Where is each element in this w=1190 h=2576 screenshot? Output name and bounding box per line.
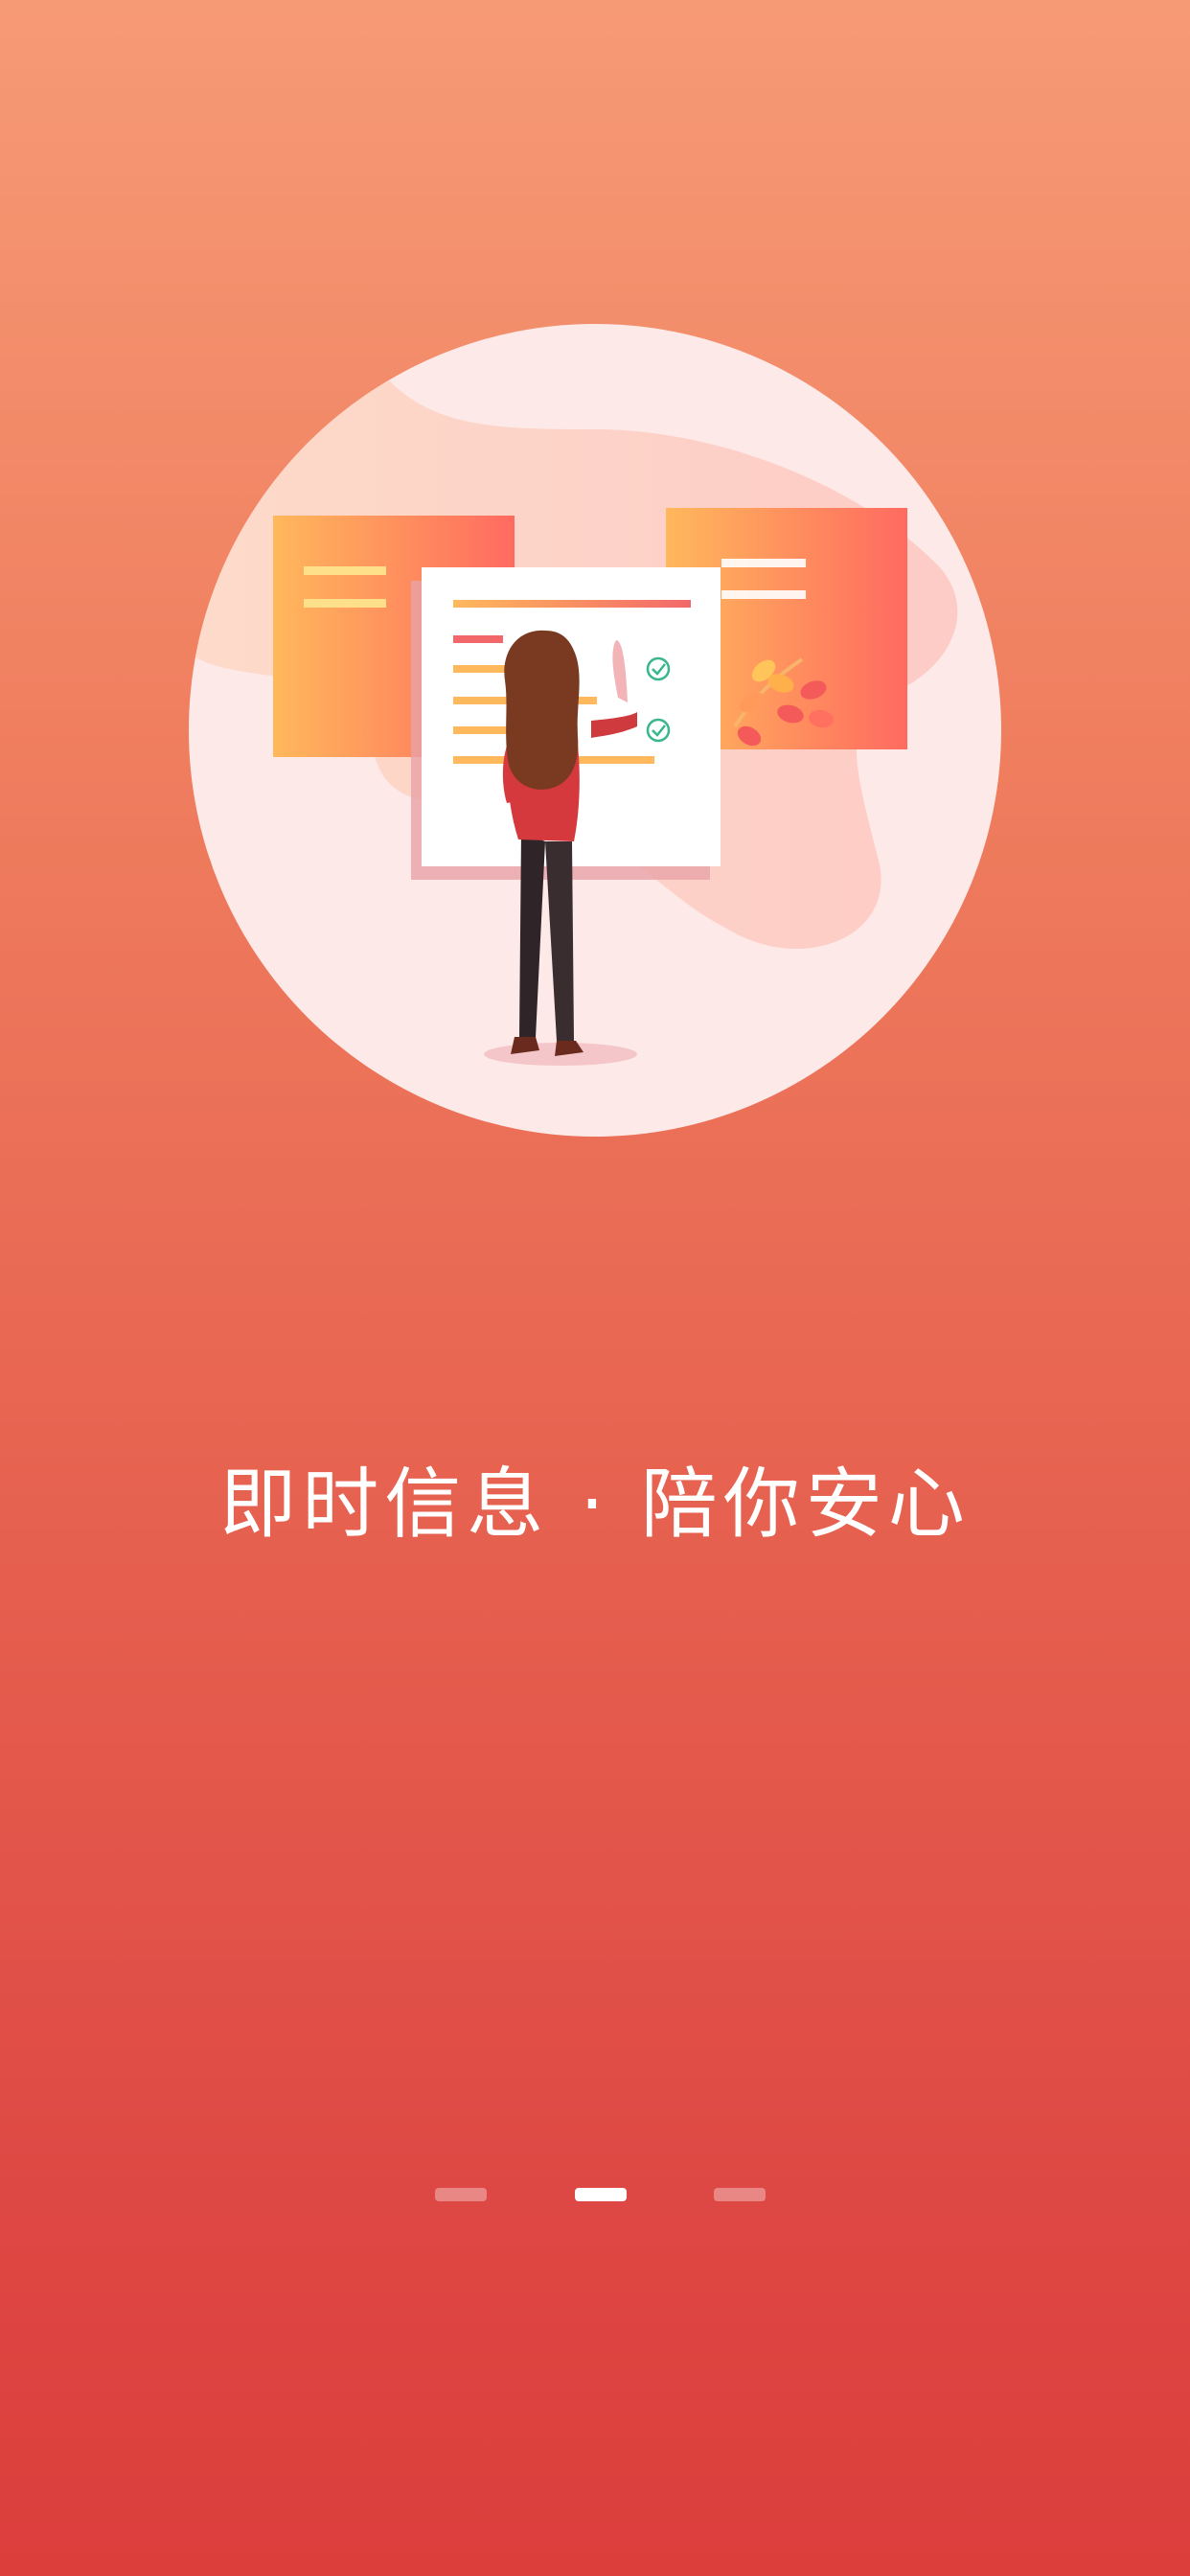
page-indicator-dot-3[interactable] xyxy=(714,2188,766,2201)
page-indicator xyxy=(0,2188,1190,2205)
tagline-left: 即时信息 xyxy=(219,1460,550,1549)
onboarding-tagline: 即时信息 · 陪你安心 xyxy=(0,1457,1190,1552)
onboarding-screen[interactable]: 即时信息 · 陪你安心 xyxy=(0,0,1190,2576)
tagline-right: 陪你安心 xyxy=(640,1460,971,1549)
page-indicator-dot-1[interactable] xyxy=(435,2188,487,2201)
page-indicator-dot-2[interactable] xyxy=(575,2188,627,2201)
tagline-separator: · xyxy=(580,1460,610,1549)
woman-with-checklist-illustration xyxy=(189,324,1001,1137)
